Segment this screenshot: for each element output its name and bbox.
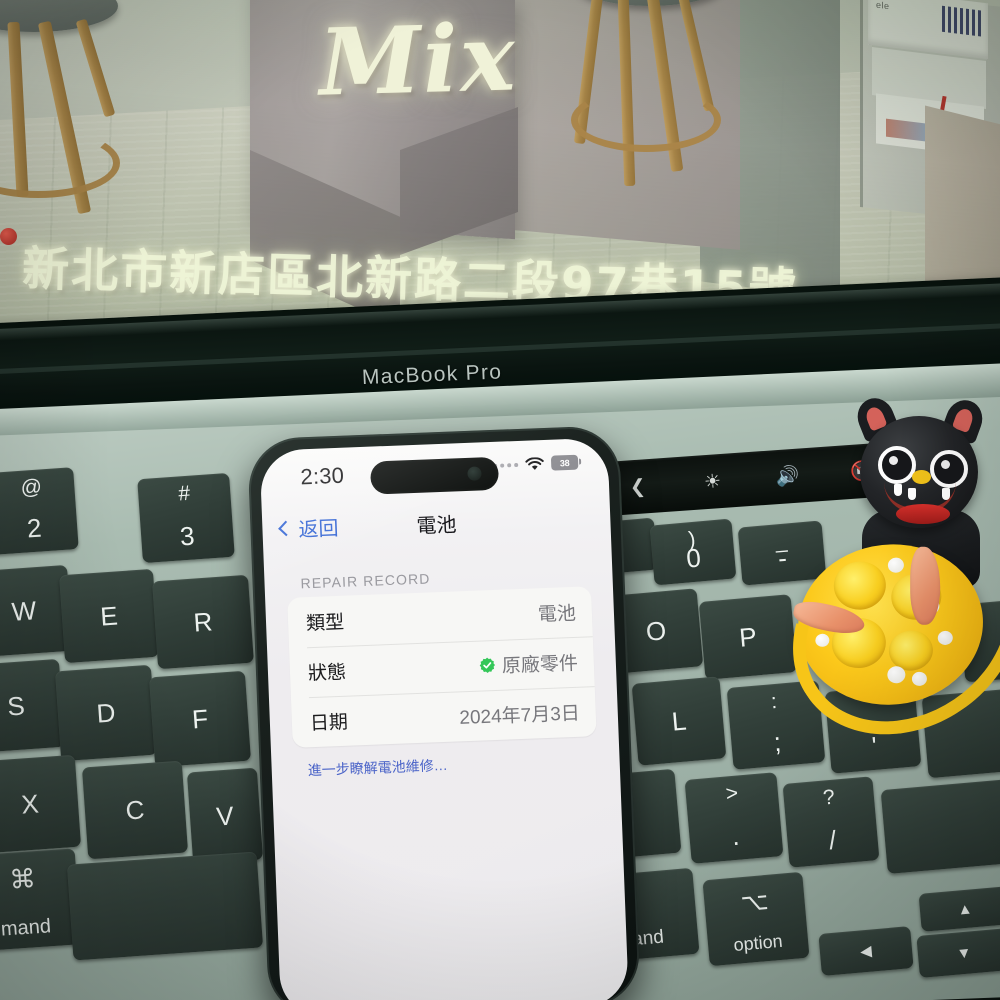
key-option-right[interactable]: ⌥ option [702,871,810,967]
key-3[interactable]: # 3 [137,472,235,564]
key-p[interactable]: P [698,594,798,680]
key-slash[interactable]: ? / [782,776,880,868]
key-arrow-up[interactable]: ▲ [918,886,1000,932]
key-d[interactable]: D [54,664,158,762]
key-e[interactable]: E [59,568,159,664]
table-row[interactable]: 日期 2024年7月3日 [291,686,597,748]
verified-badge-icon [479,656,497,674]
row-value-text: 2024年7月3日 [459,703,581,729]
page-title: 電池 [416,514,457,538]
repair-record-card: 類型 電池 狀態 原廠零件 日期 2024年7月3日 [287,586,597,748]
row-label: 日期 [309,712,349,735]
iphone-screen: 2:30 38 返回 電池 REPAIR RECORD 類型 電池 狀態 原廠零… [259,437,630,1000]
learn-more-link[interactable]: 進一步瞭解電池維修… [307,748,620,780]
row-label: 類型 [305,612,345,635]
settings-content: REPAIR RECORD 類型 電池 狀態 原廠零件 日期 2024年7月3日… [263,541,619,781]
key-c[interactable]: C [81,760,189,860]
wifi-icon [525,456,545,471]
row-value: 2024年7月3日 [459,698,580,730]
key-f[interactable]: F [148,670,252,768]
row-value: 電池 [537,598,577,626]
battery-icon: 38 [550,454,579,471]
key-x[interactable]: X [0,754,82,854]
battery-level: 38 [559,457,570,468]
key-period[interactable]: > . [684,772,784,864]
row-value-text: 電池 [537,603,577,626]
key-arrow-left[interactable]: ◀ [818,926,914,976]
key-r2[interactable]: R [152,574,254,670]
key-2[interactable]: @2 [0,467,79,555]
key-0[interactable]: ) 0 [649,518,737,586]
yellow-clay-food-figurine [752,480,1000,778]
dynamic-island [369,456,500,495]
key-v[interactable]: V [186,767,264,865]
photo-scene: ele Mix 新北市新店區北新路二段97巷15號 MacBook Pro ❮ … [0,0,1000,1000]
row-value: 原廠零件 [478,648,578,679]
cat-tongue [896,504,950,524]
status-time: 2:30 [300,462,345,490]
iphone-device: 2:30 38 返回 電池 REPAIR RECORD 類型 電池 狀態 原廠零… [247,425,641,1000]
key-shift-right[interactable] [880,778,1000,874]
key-arrow-down[interactable]: ▼ [916,928,1000,978]
row-value-text: 原廠零件 [501,653,579,678]
row-label: 狀態 [307,662,347,685]
key-l[interactable]: L [631,676,727,766]
front-camera-icon [467,466,482,481]
cat-eye-left [878,446,916,484]
key-space[interactable] [66,851,264,961]
